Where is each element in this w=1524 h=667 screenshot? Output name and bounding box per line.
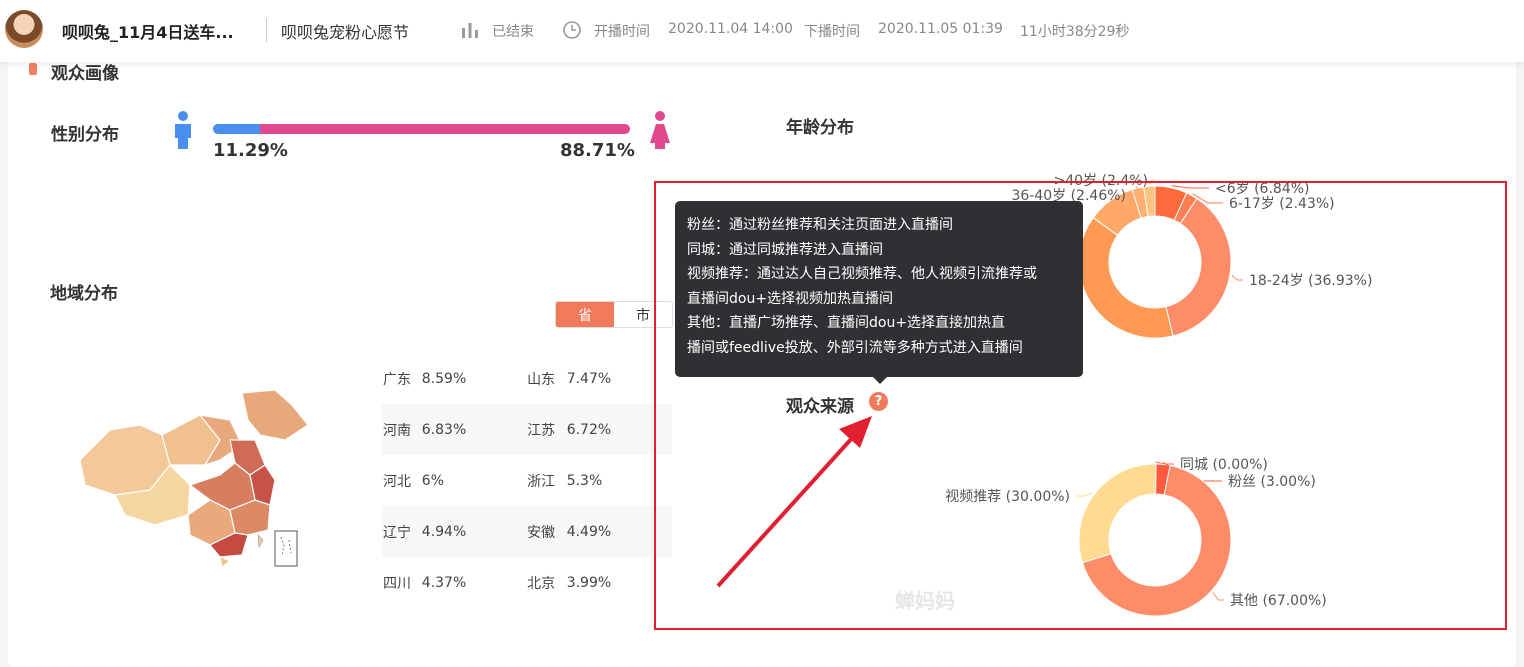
arrow-shaft: [716, 435, 855, 588]
arrow-head: [839, 416, 872, 448]
red-arrow-overlay: [716, 416, 872, 588]
